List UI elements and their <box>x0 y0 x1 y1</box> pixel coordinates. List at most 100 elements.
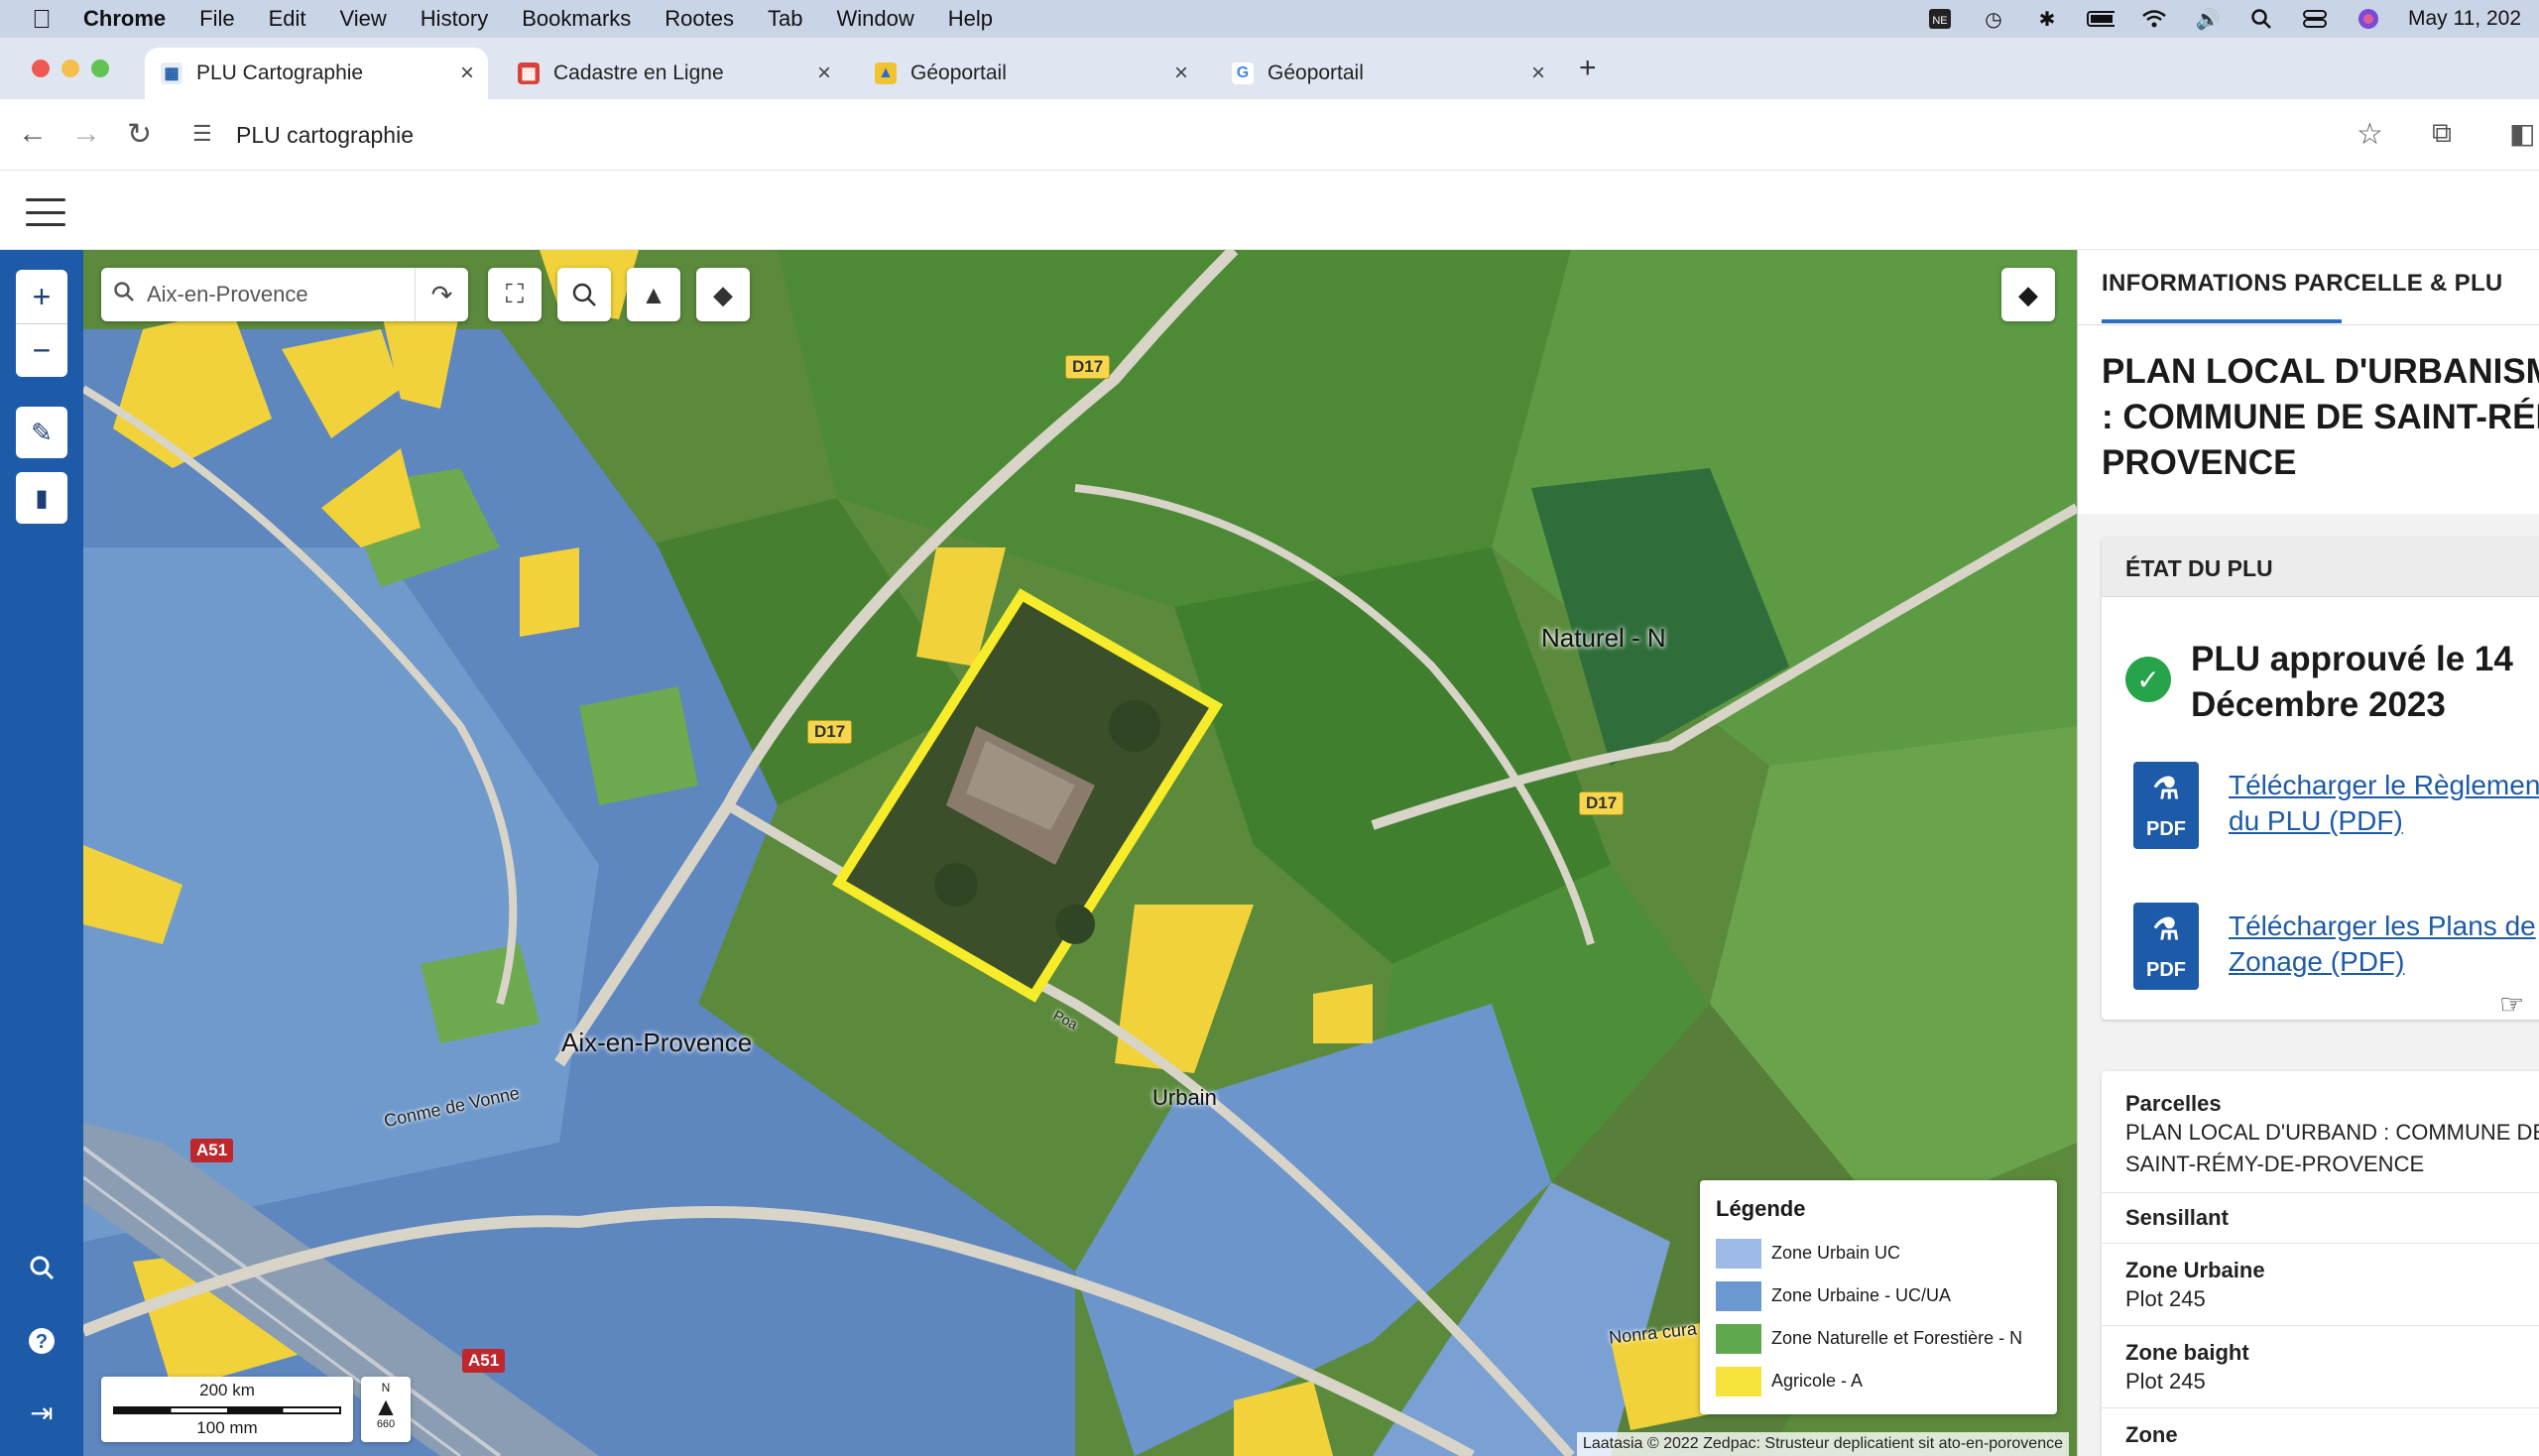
menu-window[interactable]: Window <box>837 6 914 32</box>
plu-status-text: PLU approuvé le 14 Décembre 2023 <box>2191 640 2513 724</box>
help-icon[interactable]: ? <box>20 1319 63 1363</box>
menu-tab[interactable]: Tab <box>768 6 802 32</box>
scale-top-label: 200 km <box>199 1381 255 1399</box>
menu-app-name[interactable]: Chrome <box>83 6 166 32</box>
tab-informations[interactable]: INFORMATIONS PARCELLE & PLU <box>2102 270 2503 298</box>
go-arrow-icon[interactable]: ↷ <box>415 268 468 321</box>
legend-label: Agricole - A <box>1771 1371 1864 1391</box>
north-arrow[interactable]: N ▲ 660 <box>361 1377 411 1442</box>
menu-help[interactable]: Help <box>948 6 993 32</box>
legend-item: Zone Urbaine - UC/UA <box>1716 1274 2041 1317</box>
cadastre-favicon-icon: ▦ <box>518 62 540 84</box>
map-attribution: Laatasia © 2022 Zedpac: Strusteur deplic… <box>1576 1432 2069 1456</box>
zoom-search-icon[interactable] <box>557 268 611 321</box>
hamburger-menu-icon[interactable] <box>26 198 65 226</box>
info-key: Sensillant <box>2125 1205 2229 1230</box>
info-row-parcelles: Parcelles PLAN LOCAL D'URBAND : COMMUNE … <box>2102 1071 2539 1193</box>
etat-plu-card: ÉTAT DU PLU ✓ PLU approuvé le 14 Décembr… <box>2102 538 2539 1020</box>
close-tab-icon[interactable]: × <box>817 60 831 87</box>
panel-tab-bar: INFORMATIONS PARCELLE & PLU <box>2078 250 2539 325</box>
legend-item: Agricole - A <box>1716 1360 2041 1402</box>
zoom-out-button[interactable]: − <box>16 323 67 377</box>
forward-icon[interactable]: → <box>71 117 101 151</box>
legend-swatch <box>1716 1366 1761 1396</box>
hand-cursor-icon: ☞ <box>2499 989 2525 1020</box>
tab-plu-cartographie[interactable]: ▦ PLU Cartographie × <box>145 48 488 99</box>
menu-edit[interactable]: Edit <box>269 6 306 32</box>
download-zonage-link[interactable]: Télécharger les Plans de Zonage (PDF) <box>2229 909 2539 990</box>
tab-label: Géoportail <box>1268 61 1364 84</box>
menu-history[interactable]: History <box>421 6 488 32</box>
navigation-arrow-icon[interactable]: ▲ <box>627 268 680 321</box>
search-icon[interactable] <box>20 1246 63 1289</box>
site-settings-icon[interactable]: ☰ <box>192 121 212 147</box>
apple-icon[interactable]:  <box>0 4 83 35</box>
map-book-icon[interactable]: ▮ <box>16 472 67 524</box>
close-window-button[interactable] <box>32 60 50 77</box>
pdf-icon: ⚗ PDF <box>2133 903 2199 990</box>
menu-file[interactable]: File <box>199 6 234 32</box>
tab-geoportail-2[interactable]: G Géoportail × <box>1216 48 1559 99</box>
menu-bookmarks[interactable]: Bookmarks <box>522 6 631 32</box>
menu-view[interactable]: View <box>340 6 387 32</box>
side-panel-icon[interactable]: ◧ <box>2509 117 2535 150</box>
siri-icon[interactable] <box>2355 8 2382 30</box>
search-icon <box>101 281 147 308</box>
wifi-icon[interactable] <box>2140 8 2168 30</box>
tab-cadastre[interactable]: ▦ Cadastre en Ligne × <box>502 48 845 99</box>
time-machine-icon[interactable]: ◷ <box>1980 8 2007 31</box>
bookmark-star-icon[interactable]: ☆ <box>2357 117 2383 152</box>
map-label-urbain: Urbain <box>1152 1085 1217 1110</box>
map-search-input[interactable]: Aix-en-Provence <box>147 282 308 307</box>
new-tab-button[interactable]: + <box>1579 52 1597 85</box>
tab-geoportail-1[interactable]: ▲ Géoportail × <box>859 48 1202 99</box>
layers-icon[interactable]: ◆ <box>696 268 750 321</box>
tab-label: Géoportail <box>910 61 1007 84</box>
left-tool-rail: + − ✎ ▮ ? ⇥ <box>0 250 83 1456</box>
reload-icon[interactable]: ↻ <box>127 117 152 152</box>
minimize-window-button[interactable] <box>61 60 79 77</box>
close-tab-icon[interactable]: × <box>460 60 474 87</box>
info-key: Zone <box>2125 1422 2178 1447</box>
download-reglement-link[interactable]: Télécharger le Règlement du PLU (PDF) <box>2229 768 2539 849</box>
map-search-box[interactable]: Aix-en-Provence ↷ <box>101 268 468 321</box>
status-app-icon[interactable]: NE <box>1926 8 1954 30</box>
zoom-in-button[interactable]: + <box>16 270 67 323</box>
browser-tab-strip: ▦ PLU Cartographie × ▦ Cadastre en Ligne… <box>0 38 2539 99</box>
app-header <box>0 171 2539 250</box>
legend-swatch <box>1716 1323 1761 1354</box>
layers-toggle-icon[interactable]: ◆ <box>2001 268 2055 321</box>
scale-bottom-label: 100 mm <box>196 1418 258 1437</box>
extensions-icon[interactable]: ⧉ <box>2432 117 2452 150</box>
info-row-zone-urbaine: Zone Urbaine Plot 245 <box>2102 1244 2539 1326</box>
menubar-date[interactable]: May 11, 202 <box>2408 7 2521 31</box>
control-center-icon[interactable] <box>2301 8 2329 30</box>
info-key: Parcelles <box>2125 1091 2222 1116</box>
address-bar[interactable]: ☰ PLU cartographie <box>184 111 2376 159</box>
legend-title: Légende <box>1716 1196 1806 1221</box>
fullscreen-icon[interactable]: ⛶ <box>488 268 542 321</box>
legend-swatch <box>1716 1238 1761 1269</box>
menu-rootes[interactable]: Rootes <box>665 6 734 32</box>
road-tag-d17: D17 <box>1579 791 1625 815</box>
battery-icon[interactable] <box>2086 8 2115 30</box>
spotlight-icon[interactable] <box>2247 8 2275 30</box>
download-reglement[interactable]: ⚗ PDF Télécharger le Règlement du PLU (PD… <box>2133 762 2539 849</box>
road-tag-a51: A51 <box>462 1349 506 1373</box>
legend-label: Zone Urbain UC <box>1771 1243 1901 1263</box>
download-zonage[interactable]: ⚗ PDF Télécharger les Plans de Zonage (PD… <box>2133 903 2539 990</box>
map-label-naturel: Naturel - N <box>1541 623 1666 653</box>
mac-menubar:  Chrome File Edit View History Bookmark… <box>0 0 2539 38</box>
volume-icon[interactable]: 🔊 <box>2194 8 2222 31</box>
zoom-window-button[interactable] <box>91 60 109 77</box>
active-tab-underline <box>2102 319 2342 323</box>
svg-text:?: ? <box>36 1331 48 1353</box>
close-tab-icon[interactable]: × <box>1174 60 1188 87</box>
close-tab-icon[interactable]: × <box>1531 60 1545 87</box>
login-icon[interactable]: ⇥ <box>20 1391 63 1434</box>
bluetooth-icon[interactable]: ✱ <box>2033 8 2061 31</box>
map-view[interactable]: Aix-en-Provence ↷ ⛶ ▲ ◆ ◆ D17 D17 D17 A5… <box>83 250 2077 1456</box>
road-tag-d17: D17 <box>1065 355 1111 379</box>
back-icon[interactable]: ← <box>18 117 48 151</box>
draw-pencil-icon[interactable]: ✎ <box>16 407 67 458</box>
